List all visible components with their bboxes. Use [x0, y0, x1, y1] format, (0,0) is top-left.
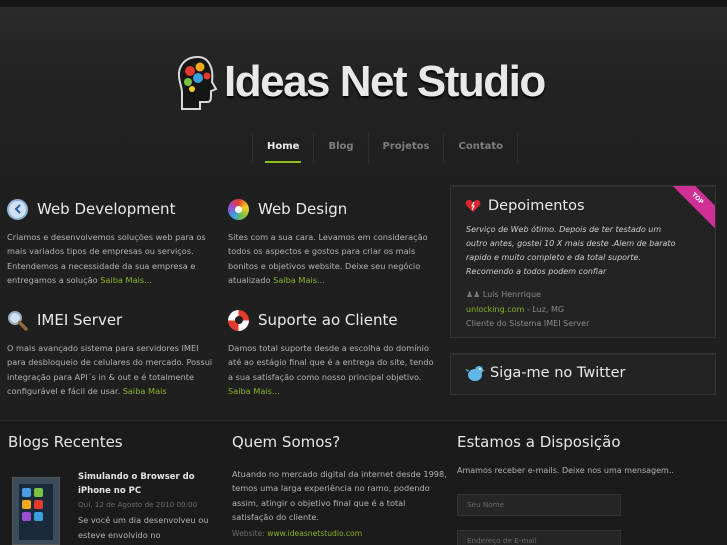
- testimonials-box: TOP Depoimentos Serviço de Web ótimo. De…: [450, 185, 716, 338]
- read-more-link[interactable]: Saiba Mais...: [228, 386, 280, 396]
- lifebuoy-icon: [228, 309, 249, 331]
- service-title: Web Design: [258, 200, 348, 218]
- brand-name: Ideas Net Studio: [224, 57, 546, 106]
- twitter-title: Siga-me no Twitter: [490, 365, 626, 381]
- service-web-design: Web Design Sites com a sua cara. Levamos…: [228, 197, 438, 288]
- user-icon: ♟♟: [466, 290, 481, 299]
- post-excerpt: Se você um dia desenvolveu ou esteve env…: [78, 515, 209, 540]
- read-more-link[interactable]: Saiba Mais...: [273, 275, 325, 285]
- nav-projetos[interactable]: Projetos: [367, 133, 444, 163]
- service-text: Sites com a sua cara. Levamos em conside…: [228, 232, 428, 286]
- twitter-box[interactable]: Siga-me no Twitter: [450, 353, 716, 395]
- service-title: IMEI Server: [37, 311, 123, 329]
- twitter-bird-icon: [465, 366, 485, 381]
- service-title: Web Development: [37, 200, 176, 218]
- read-more-link[interactable]: Saiba Mais: [123, 386, 167, 396]
- blogs-title: Blogs Recentes: [8, 433, 123, 451]
- service-imei-server: IMEI Server O mais avançado sistema para…: [7, 308, 217, 399]
- read-more-link[interactable]: Saiba Mais...: [100, 275, 152, 285]
- website-link[interactable]: www.ideasnetstudio.com: [267, 529, 362, 538]
- service-text: Damos total suporte desde a escolha do d…: [228, 343, 434, 397]
- brain-gears-icon: [177, 55, 218, 110]
- testimonials-title: Depoimentos: [488, 198, 585, 214]
- author-name: Luis Henrrique: [482, 290, 541, 299]
- color-wheel-icon: [228, 198, 249, 220]
- post-title-link[interactable]: Simulando o Browser do iPhone no PC: [78, 470, 218, 498]
- nav-blog[interactable]: Blog: [313, 133, 367, 163]
- testimonial-quote: Serviço de Web ótimo. Depois de ter test…: [466, 225, 676, 276]
- service-suporte: Suporte ao Cliente Damos total suporte d…: [228, 308, 438, 399]
- clock-icon: [7, 198, 28, 220]
- contact-text: Amamos receber e-mails. Deixe nos uma me…: [457, 466, 674, 475]
- top-strip: [0, 0, 727, 8]
- contact-title: Estamos a Disposição: [457, 433, 621, 451]
- service-web-development: Web Development Criamos e desenvolvemos …: [7, 197, 217, 288]
- author-role: Cliente do Sistema IMEI Server: [466, 319, 590, 328]
- service-text: Criamos e desenvolvemos soluções web par…: [7, 232, 206, 286]
- author-location: - Luz, MG: [524, 304, 565, 314]
- nav-contato[interactable]: Contato: [443, 133, 518, 163]
- testimonial-author-block: ♟♟ Luis Henrrique unlocking.com - Luz, M…: [466, 288, 589, 332]
- name-field[interactable]: Seu Nome: [457, 494, 621, 516]
- post-date: Qui, 12 de Agosto de 2010 00:00: [78, 500, 198, 509]
- nav-home[interactable]: Home: [252, 133, 313, 163]
- email-field[interactable]: Endereço de E-mail: [457, 530, 621, 545]
- service-text: O mais avançado sistema para servidores …: [7, 343, 213, 397]
- heart-icon: [465, 200, 481, 212]
- main-nav: Home Blog Projetos Contato: [252, 133, 518, 163]
- post-thumbnail[interactable]: [12, 477, 60, 545]
- service-title: Suporte ao Cliente: [258, 311, 398, 329]
- about-text: Atuando no mercado digital da internet d…: [232, 469, 447, 523]
- author-site-link[interactable]: unlocking.com: [466, 305, 524, 314]
- website-line: Website: www.ideasnetstudio.com: [232, 529, 363, 538]
- about-title: Quem Somos?: [232, 433, 341, 451]
- magnifier-icon: [7, 310, 28, 331]
- logo[interactable]: Ideas Net Studio: [176, 55, 556, 115]
